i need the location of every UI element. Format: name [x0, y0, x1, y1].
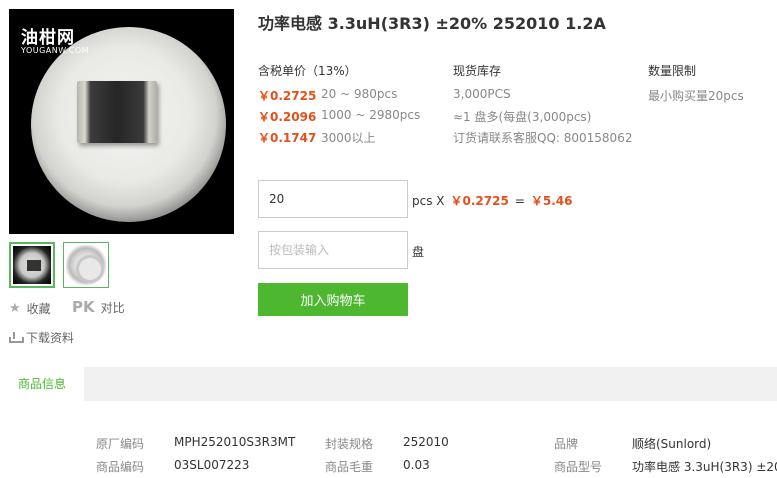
stock-quantity: 3,000PCS: [453, 87, 511, 101]
watermark-brand: 油柑网: [21, 28, 75, 48]
spec-label: 商品型号: [554, 460, 603, 474]
quantity-input[interactable]: [258, 180, 408, 218]
spec-label: 原厂编码: [96, 437, 145, 451]
limit-header: 数量限制: [648, 64, 697, 78]
spec-value: 03SL007223: [174, 458, 250, 472]
price-tier-range: 20 ~ 980pcs: [321, 87, 398, 101]
download-datasheet-link[interactable]: 下载资料: [9, 329, 74, 346]
stock-reels: ≈1 盘多(每盘(3,000pcs): [453, 110, 592, 124]
thumbnail-2[interactable]: [63, 242, 109, 288]
thumbnail-1[interactable]: [9, 242, 55, 288]
spec-label: 商品编码: [96, 460, 145, 474]
reel-unit-label: 盘: [412, 245, 425, 259]
favorite-label: 收藏: [26, 302, 51, 316]
tab-bar: [0, 367, 777, 401]
spec-value: 252010: [403, 435, 449, 449]
download-icon: [9, 332, 24, 343]
min-purchase: 最小购买量20pcs: [648, 89, 744, 103]
spec-value: MPH252010S3R3MT: [174, 435, 296, 449]
price-tier-range: 1000 ~ 2980pcs: [321, 108, 421, 122]
price-tier-3: ￥0.1747 3000以上: [258, 129, 376, 146]
compare-button[interactable]: PK 对比: [72, 298, 125, 316]
price-tier-price: ￥0.1747: [258, 131, 317, 145]
spec-label: 品牌: [554, 437, 579, 451]
spec-label: 封装规格: [325, 437, 374, 451]
stock-contact: 订货请联系客服QQ: 800158062: [453, 131, 633, 145]
unit-label: pcs X: [412, 193, 445, 208]
add-to-cart-button[interactable]: 加入购物车: [258, 283, 408, 316]
watermark-url: YOUGANW.COM: [21, 46, 90, 55]
price-header: 含税单价（13%）: [258, 64, 357, 78]
unit-price: ￥0.2725: [450, 194, 509, 208]
price-tier-range: 3000以上: [321, 131, 376, 145]
stock-header: 现货库存: [453, 64, 502, 78]
equals-sign: =: [514, 193, 525, 208]
tab-product-info[interactable]: 商品信息: [0, 367, 84, 401]
price-tier-1: ￥0.2725 20 ~ 980pcs: [258, 87, 397, 104]
product-title: 功率电感 3.3uH(3R3) ±20% 252010 1.2A: [258, 14, 606, 33]
favorite-button[interactable]: ★ 收藏: [9, 300, 51, 317]
spec-value: 顺络(Sunlord): [632, 437, 712, 451]
reel-quantity-input[interactable]: [258, 231, 408, 269]
pk-badge: PK: [72, 298, 95, 316]
price-tier-price: ￥0.2725: [258, 89, 317, 103]
spec-value: 0.03: [403, 458, 430, 472]
product-main-image: 油柑网 YOUGANW.COM: [9, 9, 234, 234]
star-icon: ★: [9, 301, 21, 316]
price-tier-2: ￥0.2096 1000 ~ 2980pcs: [258, 108, 420, 125]
spec-value: 功率电感 3.3uH(3R3) ±20..: [632, 460, 777, 474]
total-price: ￥5.46: [530, 194, 573, 208]
price-calculation: pcs X ￥0.2725 = ￥5.46: [412, 192, 573, 209]
price-tier-price: ￥0.2096: [258, 110, 317, 124]
spec-label: 商品毛重: [325, 460, 374, 474]
compare-label: 对比: [100, 300, 125, 315]
download-label: 下载资料: [26, 331, 75, 345]
inductor-chip-photo: [77, 81, 157, 143]
